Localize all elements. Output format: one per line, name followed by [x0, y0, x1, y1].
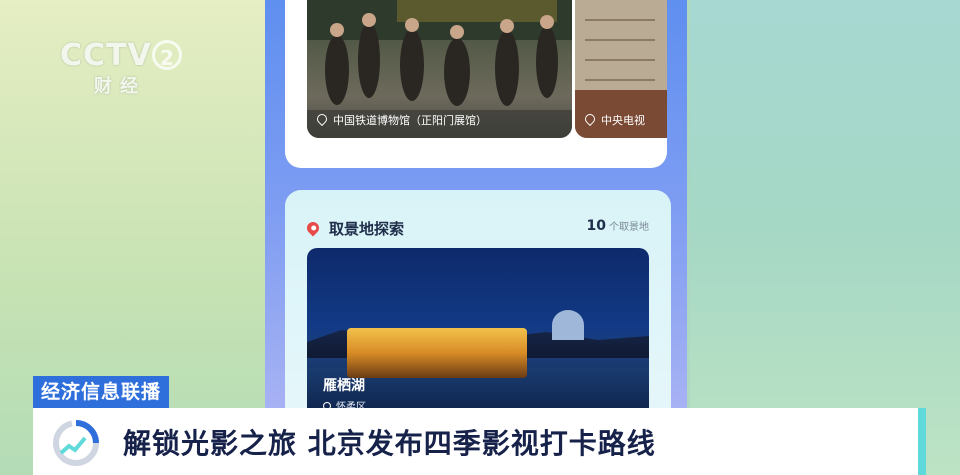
count-unit: 个取景地: [609, 222, 649, 233]
program-name-tag: 经济信息联播: [33, 376, 170, 408]
section-title: 取景地探索: [329, 219, 405, 238]
location-pin-icon: [314, 111, 330, 127]
photo-cctv[interactable]: 中央电视: [575, 0, 667, 138]
logo-number: 2: [152, 40, 182, 70]
location-count[interactable]: 10 个取景地: [587, 218, 649, 234]
section-header: 取景地探索: [304, 218, 405, 238]
place-name: 雁栖湖: [323, 378, 365, 394]
cctv-finance-swirl-icon: [53, 420, 99, 466]
dome-building: [552, 310, 584, 340]
logo-sub: 财经: [94, 76, 146, 97]
photo-caption: 中央电视: [582, 111, 645, 128]
photo-yanqi-lake[interactable]: 雁栖湖 怀柔区: [307, 248, 649, 423]
photo-caption: 中国铁道博物馆（正阳门展馆）: [314, 111, 487, 128]
lit-pavilion: [347, 328, 527, 378]
location-pin-icon: [582, 111, 598, 127]
photo-railway-museum[interactable]: 中国铁道博物馆（正阳门展馆）: [307, 0, 572, 138]
background-right: [690, 0, 960, 475]
location-explore-card: 取景地探索 10个取景地 雁栖湖 怀柔区: [285, 190, 671, 430]
headline-bar: 解锁光影之旅 北京发布四季影视打卡路线: [33, 408, 926, 475]
location-pin-icon: [304, 219, 322, 237]
phone-screen: 中国铁道博物馆（正阳门展馆） 中央电视 取景地探索 10 个取景地 雁栖湖: [265, 0, 687, 430]
logo-main: CCTV: [60, 38, 152, 73]
headline-text: 解锁光影之旅 北京发布四季影视打卡路线: [123, 427, 656, 460]
count-number: 10: [586, 218, 606, 234]
cctv2-logo: CCTV 2 财经: [60, 38, 185, 98]
photo-carousel-card: 中国铁道博物馆（正阳门展馆） 中央电视: [285, 0, 667, 168]
